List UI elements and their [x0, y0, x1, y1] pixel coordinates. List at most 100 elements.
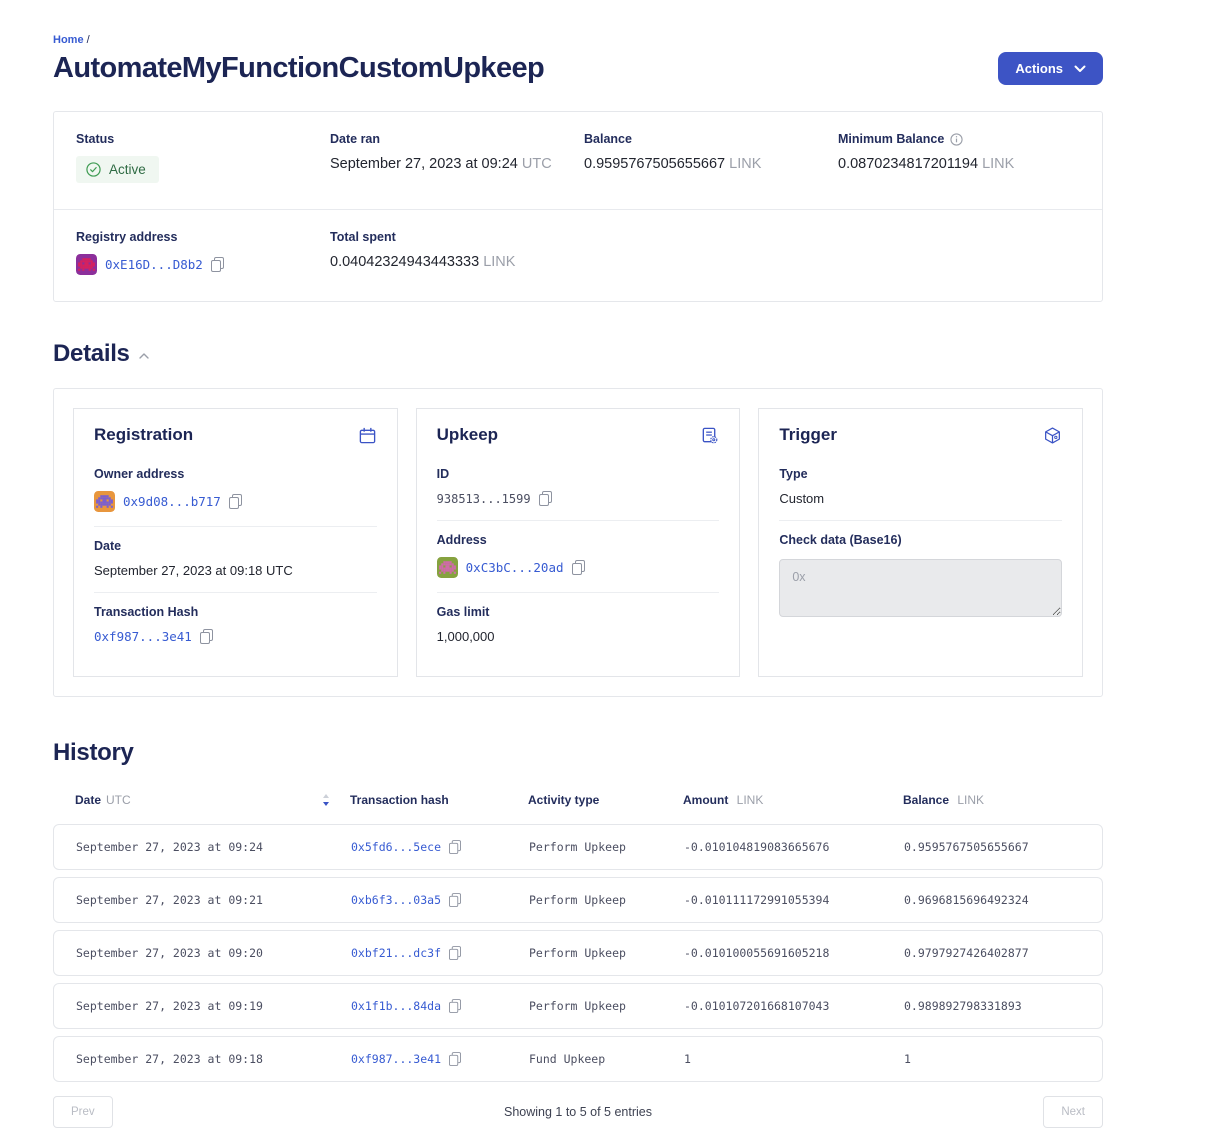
- registration-date-section: Date September 27, 2023 at 09:18 UTC: [94, 526, 377, 592]
- cell-hash: 0xb6f3...03a5: [351, 893, 529, 907]
- balance-label: Balance: [584, 132, 838, 146]
- prev-button[interactable]: Prev: [53, 1096, 113, 1128]
- tx-hash-link[interactable]: 0xb6f3...03a5: [351, 893, 441, 907]
- upkeep-address-identicon: [437, 557, 458, 578]
- copy-icon[interactable]: [449, 999, 461, 1013]
- cell-balance: 0.9797927426402877: [904, 946, 1080, 960]
- registry-identicon: [76, 254, 97, 275]
- cell-date: September 27, 2023 at 09:20: [76, 946, 351, 960]
- cell-amount: -0.010100055691605218: [684, 946, 904, 960]
- date-ran-suffix: UTC: [522, 156, 552, 172]
- table-row: September 27, 2023 at 09:24 0x5fd6...5ec…: [53, 824, 1103, 870]
- column-date-suffix: UTC: [106, 793, 131, 807]
- registration-date-value: September 27, 2023 at 09:18 UTC: [94, 563, 377, 578]
- registry-label: Registry address: [76, 230, 330, 244]
- trigger-type-label: Type: [779, 467, 1062, 481]
- next-button[interactable]: Next: [1043, 1096, 1103, 1128]
- status-label: Status: [76, 132, 330, 146]
- document-gear-icon: [700, 426, 719, 445]
- total-spent-field: Total spent 0.04042324943443333 LINK: [330, 230, 584, 275]
- check-data-section: Check data (Base16): [779, 520, 1062, 636]
- column-header-amount[interactable]: Amount LINK: [683, 793, 903, 807]
- tx-hash-link[interactable]: 0x1f1b...84da: [351, 999, 441, 1013]
- status-field: Status Active: [76, 132, 330, 183]
- min-balance-field: Minimum Balance 0.0870234817201194 LINK: [838, 132, 1080, 183]
- copy-icon[interactable]: [449, 946, 461, 960]
- column-header-activity[interactable]: Activity type: [528, 793, 683, 807]
- transaction-hash-section: Transaction Hash 0xf987...3e41: [94, 592, 377, 658]
- column-balance-suffix: LINK: [957, 793, 984, 807]
- registration-card: Registration Owner address 0x9d08...b717…: [73, 408, 398, 677]
- pagination-summary: Showing 1 to 5 of 5 entries: [504, 1105, 652, 1119]
- actions-button-label: Actions: [1015, 61, 1063, 76]
- table-row: September 27, 2023 at 09:19 0x1f1b...84d…: [53, 983, 1103, 1029]
- cell-date: September 27, 2023 at 09:24: [76, 840, 351, 854]
- history-table-header: Date UTC Transaction hash Activity type …: [53, 793, 1103, 807]
- column-header-date[interactable]: Date UTC: [75, 793, 350, 807]
- cell-balance: 0.989892798331893: [904, 999, 1080, 1013]
- copy-icon[interactable]: [211, 257, 224, 272]
- cell-activity: Perform Upkeep: [529, 946, 684, 960]
- column-balance-label: Balance: [903, 793, 949, 807]
- breadcrumb-home-link[interactable]: Home: [53, 34, 84, 46]
- date-ran-field: Date ran September 27, 2023 at 09:24 UTC: [330, 132, 584, 183]
- gas-limit-label: Gas limit: [437, 605, 720, 619]
- trigger-type-section: Type Custom: [779, 455, 1062, 520]
- upkeep-address-label: Address: [437, 533, 720, 547]
- details-collapse-icon[interactable]: [139, 353, 149, 359]
- info-icon[interactable]: [950, 133, 963, 146]
- registry-address-link[interactable]: 0xE16D...D8b2: [105, 257, 203, 272]
- pagination: Prev Showing 1 to 5 of 5 entries Next: [53, 1096, 1103, 1138]
- column-amount-suffix: LINK: [737, 793, 764, 807]
- table-row: September 27, 2023 at 09:20 0xbf21...dc3…: [53, 930, 1103, 976]
- upkeep-address-link[interactable]: 0xC3bC...20ad: [466, 560, 564, 575]
- cell-amount: -0.010107201668107043: [684, 999, 904, 1013]
- history-heading: History: [53, 739, 134, 767]
- cell-activity: Perform Upkeep: [529, 999, 684, 1013]
- actions-button[interactable]: Actions: [998, 52, 1103, 85]
- copy-icon[interactable]: [449, 840, 461, 854]
- sort-icon[interactable]: [322, 794, 330, 806]
- copy-icon[interactable]: [539, 491, 552, 506]
- status-badge: Active: [76, 156, 159, 183]
- balance-suffix: LINK: [729, 156, 761, 172]
- history-heading-row: History: [53, 739, 1103, 767]
- calendar-icon: [358, 426, 377, 445]
- owner-address-section: Owner address 0x9d08...b717: [94, 455, 377, 526]
- registry-field: Registry address 0xE16D...D8b2: [76, 230, 330, 275]
- min-balance-suffix: LINK: [982, 156, 1014, 172]
- cell-date: September 27, 2023 at 09:21: [76, 893, 351, 907]
- check-circle-icon: [86, 162, 101, 177]
- copy-icon[interactable]: [572, 560, 585, 575]
- history-table-body: September 27, 2023 at 09:24 0x5fd6...5ec…: [53, 824, 1103, 1082]
- cell-amount: -0.010111172991055394: [684, 893, 904, 907]
- registration-title: Registration: [94, 425, 193, 445]
- cell-balance: 0.9595767505655667: [904, 840, 1080, 854]
- copy-icon[interactable]: [200, 629, 213, 644]
- copy-icon[interactable]: [449, 893, 461, 907]
- tx-hash-link[interactable]: 0x5fd6...5ece: [351, 840, 441, 854]
- tx-hash-link[interactable]: 0xbf21...dc3f: [351, 946, 441, 960]
- total-spent-label: Total spent: [330, 230, 584, 244]
- chevron-down-icon: [1074, 61, 1086, 76]
- total-spent-value: 0.04042324943443333: [330, 254, 479, 270]
- summary-row-bottom: Registry address 0xE16D...D8b2 Total spe…: [54, 210, 1102, 301]
- check-data-input[interactable]: [779, 559, 1062, 617]
- upkeep-id-value: 938513...1599: [437, 492, 531, 506]
- transaction-hash-label: Transaction Hash: [94, 605, 377, 619]
- transaction-hash-link[interactable]: 0xf987...3e41: [94, 629, 192, 644]
- cell-activity: Perform Upkeep: [529, 840, 684, 854]
- gas-limit-value: 1,000,000: [437, 629, 720, 644]
- cell-amount: -0.010104819083665676: [684, 840, 904, 854]
- check-data-label: Check data (Base16): [779, 533, 1062, 547]
- cell-hash: 0xbf21...dc3f: [351, 946, 529, 960]
- copy-icon[interactable]: [229, 494, 242, 509]
- total-spent-suffix: LINK: [483, 254, 515, 270]
- status-value: Active: [109, 162, 146, 177]
- min-balance-label: Minimum Balance: [838, 132, 944, 146]
- owner-address-link[interactable]: 0x9d08...b717: [123, 494, 221, 509]
- column-header-balance[interactable]: Balance LINK: [903, 793, 1081, 807]
- column-header-hash[interactable]: Transaction hash: [350, 793, 528, 807]
- upkeep-id-label: ID: [437, 467, 720, 481]
- table-row: September 27, 2023 at 09:21 0xb6f3...03a…: [53, 877, 1103, 923]
